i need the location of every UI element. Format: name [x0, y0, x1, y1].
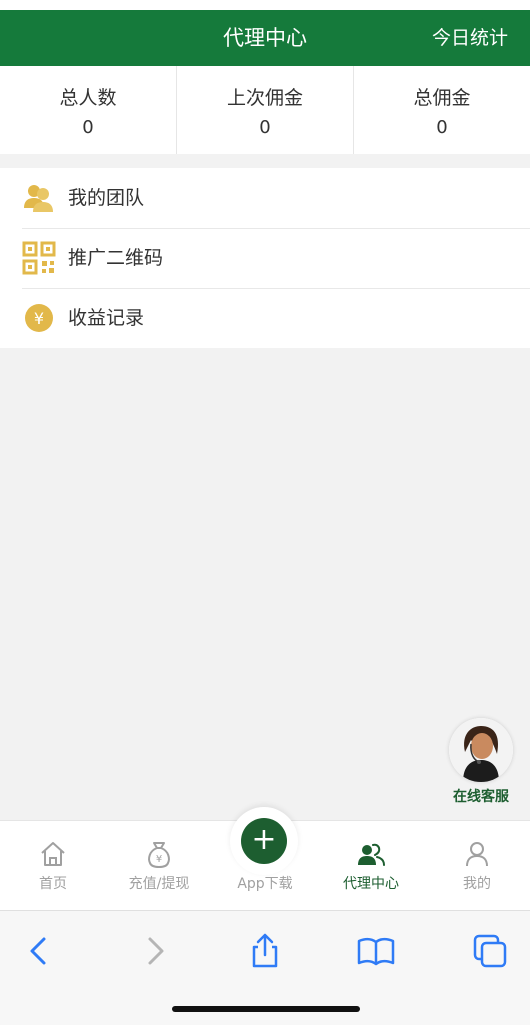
stat-value: 0 — [259, 117, 271, 138]
agent-icon — [358, 843, 385, 866]
stat-label: 总佣金 — [413, 87, 471, 109]
stat-value: 0 — [436, 117, 448, 138]
tab-label: App下载 — [237, 876, 293, 892]
today-stats-button[interactable]: 今日统计 — [432, 10, 508, 66]
stat-total-people: 总人数 0 — [0, 66, 177, 154]
menu-item-label: 我的团队 — [68, 187, 145, 209]
stat-value: 0 — [82, 117, 94, 138]
back-icon[interactable] — [20, 931, 60, 971]
tab-agent-center[interactable]: 代理中心 — [318, 821, 424, 911]
tab-app-download[interactable]: + App下载 — [212, 807, 318, 911]
tabs-icon[interactable] — [470, 931, 510, 971]
status-bar — [0, 0, 530, 10]
online-service-button[interactable]: 在线客服 — [446, 718, 516, 806]
home-icon — [41, 842, 65, 866]
tab-mine[interactable]: 我的 — [424, 821, 530, 911]
tab-recharge-withdraw[interactable]: ¥ 充值/提现 — [106, 821, 212, 911]
tab-home[interactable]: 首页 — [0, 821, 106, 911]
bottom-tab-bar: 首页 ¥ 充值/提现 + App下载 代理中心 我的 — [0, 807, 530, 911]
tab-label: 充值/提现 — [128, 876, 190, 892]
bookmarks-icon[interactable] — [356, 931, 396, 971]
user-icon — [466, 842, 488, 867]
top-header: 代理中心 今日统计 — [0, 10, 530, 66]
stat-last-commission: 上次佣金 0 — [177, 66, 354, 154]
home-indicator — [172, 1006, 360, 1012]
agent-avatar — [449, 718, 513, 782]
stat-total-commission: 总佣金 0 — [354, 66, 530, 154]
headset-agent-icon — [449, 718, 513, 782]
stats-panel: 总人数 0 上次佣金 0 总佣金 0 — [0, 66, 530, 154]
svg-text:¥: ¥ — [34, 309, 44, 328]
menu-item-label: 收益记录 — [68, 307, 145, 329]
app-download-circle: + — [230, 807, 298, 875]
stat-label: 上次佣金 — [226, 87, 303, 109]
tab-label: 我的 — [463, 876, 491, 892]
menu-item-my-team[interactable]: 我的团队 — [0, 168, 530, 228]
plus-icon: + — [241, 818, 287, 864]
stat-label: 总人数 — [59, 87, 117, 109]
menu-item-earnings[interactable]: ¥ 收益记录 — [0, 288, 530, 348]
forward-icon[interactable] — [134, 931, 174, 971]
online-service-label: 在线客服 — [453, 789, 509, 805]
tab-label: 代理中心 — [343, 876, 399, 892]
share-icon[interactable] — [245, 931, 285, 971]
menu-list: 我的团队 推广二维码 ¥ 收益记录 — [0, 168, 530, 348]
qrcode-icon — [22, 241, 56, 275]
money-bag-icon: ¥ — [148, 842, 170, 869]
yen-coin-icon: ¥ — [25, 304, 53, 332]
svg-text:¥: ¥ — [156, 854, 162, 865]
team-icon — [24, 185, 53, 212]
menu-item-qrcode[interactable]: 推广二维码 — [0, 228, 530, 288]
tab-label: 首页 — [39, 876, 67, 892]
menu-item-label: 推广二维码 — [68, 247, 164, 269]
